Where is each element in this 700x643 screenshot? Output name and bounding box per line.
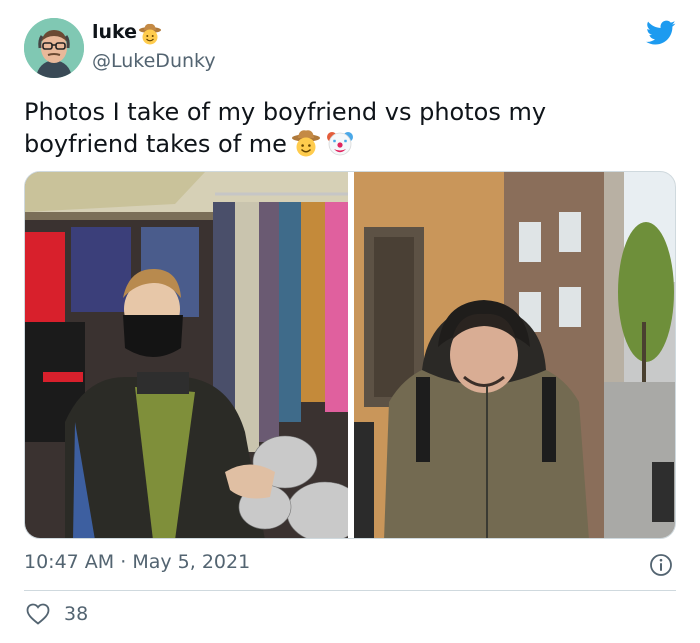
like-count[interactable]: 38 bbox=[64, 603, 88, 625]
photo-right[interactable] bbox=[354, 172, 675, 538]
author-handle[interactable]: @LukeDunky bbox=[92, 50, 216, 72]
avatar[interactable] bbox=[24, 18, 84, 78]
tweet-media[interactable] bbox=[24, 171, 676, 539]
tweet-timestamp[interactable]: 10:47 AM · May 5, 2021 bbox=[24, 551, 250, 573]
tweet-text: Photos I take of my boyfriend vs photos … bbox=[24, 96, 644, 160]
divider bbox=[24, 590, 676, 591]
tweet-time: 10:47 AM bbox=[24, 551, 115, 573]
clown-face-icon bbox=[326, 132, 353, 156]
twitter-bird-icon[interactable] bbox=[646, 20, 676, 46]
tweet-date: May 5, 2021 bbox=[132, 551, 251, 573]
timestamp-separator: · bbox=[120, 551, 127, 573]
cowboy-face-icon bbox=[139, 23, 161, 45]
heart-icon[interactable] bbox=[26, 603, 50, 625]
cowboy-face-icon bbox=[291, 130, 320, 157]
info-icon[interactable] bbox=[649, 553, 673, 577]
photo-left[interactable] bbox=[25, 172, 348, 538]
author-display-name[interactable]: luke bbox=[92, 21, 137, 43]
tweet-body: Photos I take of my boyfriend vs photos … bbox=[24, 98, 547, 158]
tweet-card: luke @LukeDunky Photos I take of my boyf… bbox=[0, 0, 700, 643]
